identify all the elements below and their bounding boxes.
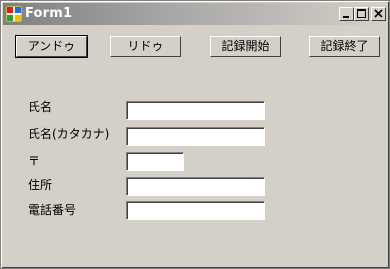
close-icon: [374, 9, 383, 18]
title-bar[interactable]: Form1: [3, 3, 387, 25]
minimize-button[interactable]: [339, 7, 354, 21]
postal-code-input[interactable]: [126, 152, 184, 171]
minimize-icon: [343, 16, 349, 18]
name-kana-label: 氏名(カタカナ): [28, 127, 110, 141]
maximize-button[interactable]: [354, 7, 369, 21]
record-start-button[interactable]: 記録開始: [210, 36, 281, 57]
phone-input[interactable]: [126, 201, 265, 220]
name-kana-input[interactable]: [126, 127, 265, 146]
record-end-button[interactable]: 記録終了: [309, 36, 380, 57]
maximize-icon: [357, 9, 366, 18]
redo-button[interactable]: リドゥ: [110, 36, 181, 57]
postal-label: 〒: [28, 154, 41, 168]
form-icon[interactable]: [5, 5, 23, 23]
phone-label: 電話番号: [28, 203, 77, 217]
name-input[interactable]: [126, 101, 265, 120]
close-button[interactable]: [371, 7, 386, 21]
name-label: 氏名: [28, 100, 53, 114]
address-label: 住所: [28, 178, 53, 192]
address-input[interactable]: [126, 177, 265, 196]
undo-button[interactable]: アンドゥ: [15, 35, 88, 58]
form1-window: Form1 アンドゥ リドゥ 記録開始 記録終了 氏名 氏名(カタカナ) 〒 住…: [0, 0, 390, 269]
window-title: Form1: [25, 6, 73, 21]
